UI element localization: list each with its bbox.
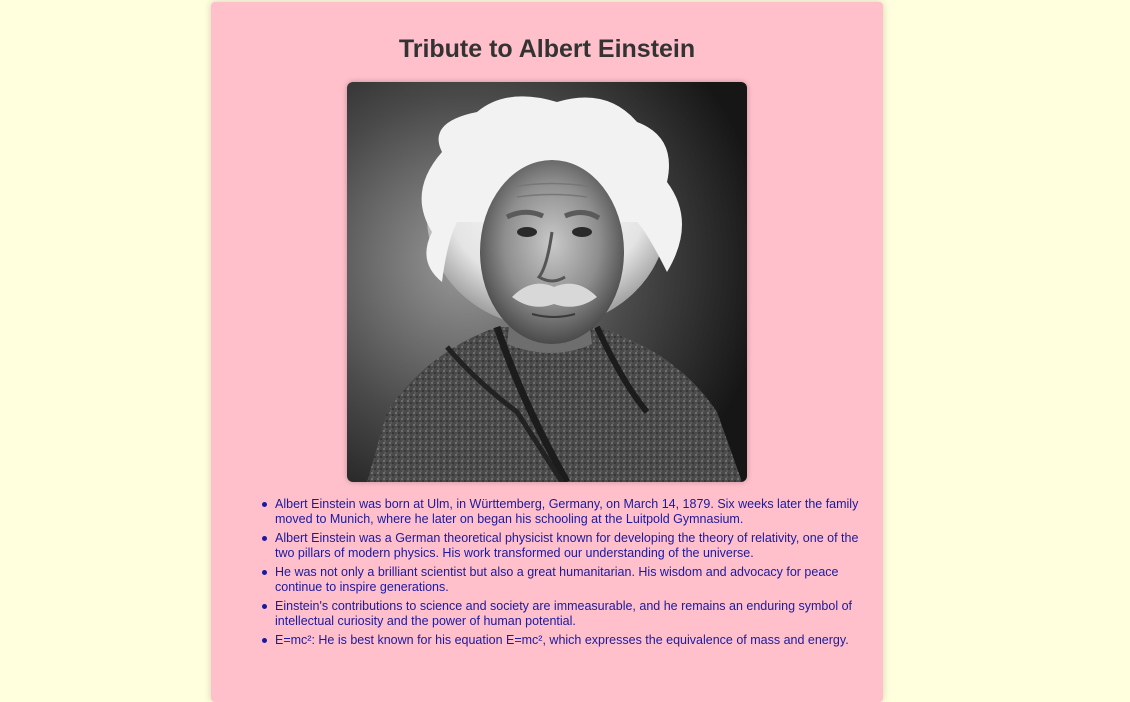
fact-text: He was not only a brilliant scientist bu… [275,565,839,594]
list-item: Albert Einstein was a German theoretical… [262,531,869,561]
fact-text: Einstein's contributions to science and … [275,599,853,628]
fact-text: E=mc²: He is best known for his equation… [275,633,849,647]
bullet-icon [262,570,267,575]
tribute-card: Tribute to Albert Einstein Albert Einste… [211,2,883,702]
bullet-icon [262,536,267,541]
fact-text: Albert Einstein was born at Ulm, in Würt… [275,497,859,526]
einstein-portrait [347,82,747,482]
bullet-icon [262,604,267,609]
fact-text: Albert Einstein was a German theoretical… [275,531,859,560]
facts-list: Albert Einstein was born at Ulm, in Würt… [262,497,869,652]
list-item: Einstein's contributions to science and … [262,599,869,629]
page-title: Tribute to Albert Einstein [398,35,696,63]
list-item: He was not only a brilliant scientist bu… [262,565,869,595]
portrait-image [347,82,747,482]
list-item: Albert Einstein was born at Ulm, in Würt… [262,497,869,527]
bullet-icon [262,502,267,507]
